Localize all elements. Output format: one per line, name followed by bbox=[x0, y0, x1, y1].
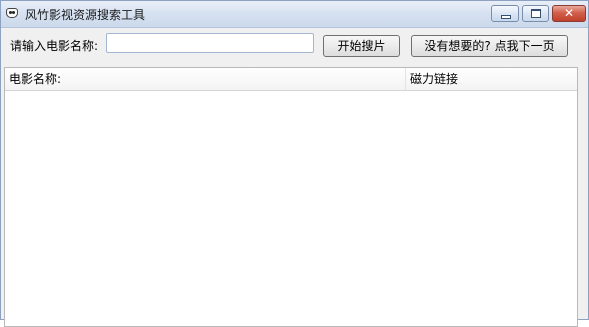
start-search-button[interactable]: 开始搜片 bbox=[323, 35, 400, 57]
owl-icon bbox=[6, 8, 18, 18]
results-header: 电影名称: 磁力链接 bbox=[5, 68, 577, 91]
close-icon: ✕ bbox=[563, 6, 575, 20]
next-page-button[interactable]: 没有想要的? 点我下一页 bbox=[411, 35, 568, 57]
results-list[interactable]: 电影名称: 磁力链接 bbox=[4, 67, 578, 327]
column-header-magnet-link[interactable]: 磁力链接 bbox=[406, 68, 577, 90]
maximize-icon bbox=[531, 9, 541, 18]
minimize-icon bbox=[501, 15, 511, 19]
column-header-movie-name[interactable]: 电影名称: bbox=[5, 68, 406, 90]
movie-name-label: 请输入电影名称: bbox=[10, 39, 99, 53]
close-button[interactable]: ✕ bbox=[552, 5, 586, 22]
minimize-button[interactable] bbox=[491, 5, 519, 22]
main-window: 风竹影视资源搜索工具 ✕ 请输入电影名称: 开始搜片 没有想要的? 点我下一页 … bbox=[0, 0, 589, 327]
title-bar[interactable]: 风竹影视资源搜索工具 ✕ bbox=[1, 1, 588, 28]
window-title: 风竹影视资源搜索工具 bbox=[25, 8, 146, 22]
results-body[interactable] bbox=[5, 91, 577, 326]
movie-name-input[interactable] bbox=[106, 33, 314, 53]
maximize-button[interactable] bbox=[522, 5, 549, 22]
